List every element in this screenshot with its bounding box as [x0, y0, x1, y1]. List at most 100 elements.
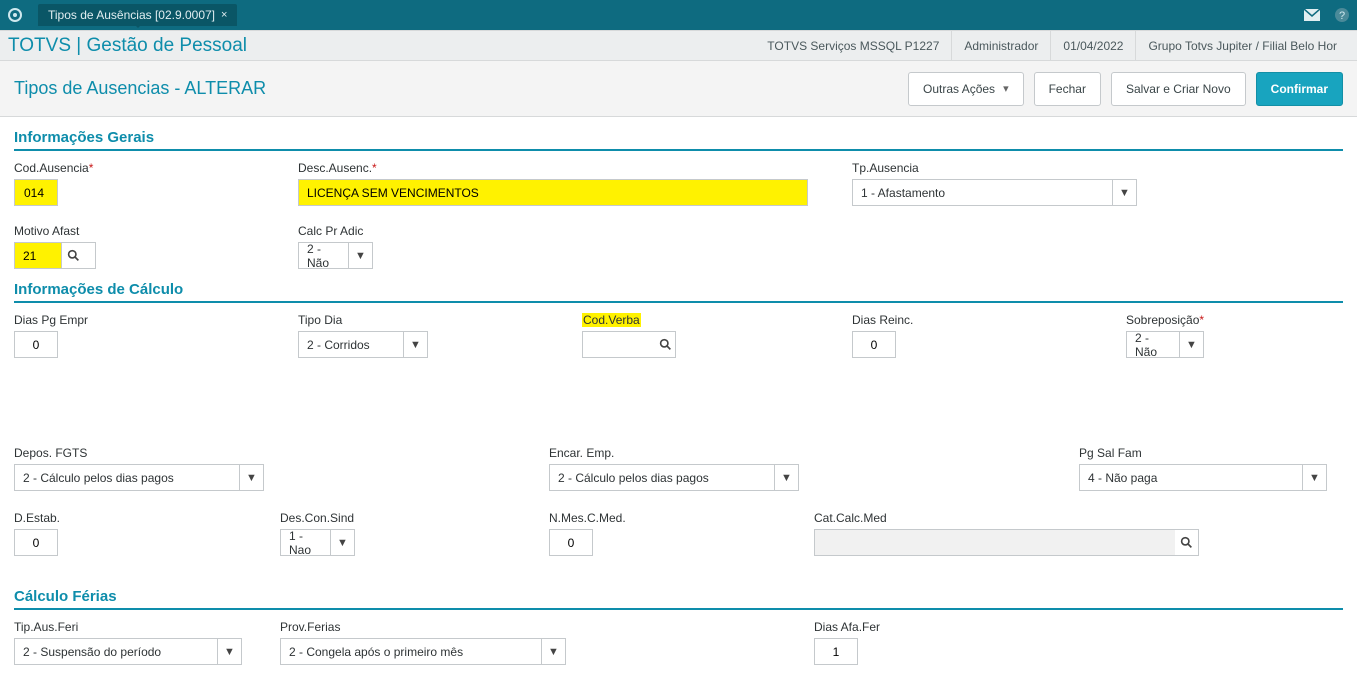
select-value: 4 - Não paga [1080, 471, 1302, 485]
select-encar-emp[interactable]: 2 - Cálculo pelos dias pagos ▼ [549, 464, 799, 491]
input-cat-calc-med[interactable] [814, 529, 1199, 556]
other-actions-label: Outras Ações [923, 82, 995, 96]
select-tipo-dia[interactable]: 2 - Corridos ▼ [298, 331, 428, 358]
input-motivo-afast[interactable] [14, 242, 96, 269]
lbl-des-con-sind: Des.Con.Sind [280, 511, 355, 525]
section-rule [14, 301, 1343, 303]
f-cat-calc-med: Cat.Calc.Med [814, 511, 1199, 556]
lbl-d-estab: D.Estab. [14, 511, 60, 525]
select-tp-ausencia[interactable]: 1 - Afastamento ▼ [852, 179, 1137, 206]
mail-icon[interactable] [1297, 0, 1327, 30]
calc-rows-2-3: Depos. FGTS 2 - Cálculo pelos dias pagos… [14, 446, 1343, 576]
select-value: 1 - Nao [281, 529, 330, 557]
help-icon[interactable]: ? [1327, 0, 1357, 30]
env-info: TOTVS Serviços MSSQL P1227 [755, 30, 951, 61]
input-cod-ausencia[interactable] [14, 179, 58, 206]
section-title-ferias: Cálculo Férias [14, 588, 1343, 605]
select-value: 2 - Não [299, 242, 348, 270]
close-button[interactable]: Fechar [1034, 72, 1101, 106]
label-tp-ausencia: Tp.Ausencia [852, 161, 1152, 175]
lbl-depos-fgts: Depos. FGTS [14, 446, 274, 460]
lbl-dias-afa-fer: Dias Afa.Fer [814, 620, 880, 634]
f-d-estab: D.Estab. [14, 511, 60, 556]
chevron-down-icon[interactable]: ▼ [239, 465, 263, 490]
f-pg-sal-fam: Pg Sal Fam 4 - Não paga ▼ [1079, 446, 1339, 491]
search-icon[interactable] [1175, 530, 1198, 555]
search-icon[interactable] [61, 243, 85, 268]
chevron-down-icon[interactable]: ▼ [330, 530, 354, 555]
brand-title: TOTVS | Gestão de Pessoal [8, 35, 247, 57]
f-tip-aus-feri: Tip.Aus.Feri 2 - Suspensão do período ▼ [14, 620, 242, 665]
lbl-tip-aus-feri: Tip.Aus.Feri [14, 620, 242, 634]
select-prov-ferias[interactable]: 2 - Congela após o primeiro mês ▼ [280, 638, 566, 665]
section-rule [14, 149, 1343, 151]
label-cod-ausencia: Cod.Ausencia* [14, 161, 274, 175]
label-calc-pr-adic: Calc Pr Adic [298, 224, 373, 238]
label-tipo-dia: Tipo Dia [298, 313, 558, 327]
select-pg-sal-fam[interactable]: 4 - Não paga ▼ [1079, 464, 1327, 491]
save-and-new-button[interactable]: Salvar e Criar Novo [1111, 72, 1246, 106]
close-icon[interactable]: × [221, 9, 227, 21]
section-title-calc: Informações de Cálculo [14, 281, 1343, 298]
select-value: 1 - Afastamento [853, 186, 1112, 200]
select-value: 2 - Suspensão do período [15, 645, 217, 659]
section-rule [14, 608, 1343, 610]
save-and-new-label: Salvar e Criar Novo [1126, 82, 1231, 96]
chevron-down-icon[interactable]: ▼ [348, 243, 372, 268]
header-strip: TOTVS | Gestão de Pessoal TOTVS Serviços… [0, 30, 1357, 61]
select-value: 2 - Congela após o primeiro mês [281, 645, 541, 659]
select-sobreposicao[interactable]: 2 - Não ▼ [1126, 331, 1204, 358]
field-calc-pr-adic: Calc Pr Adic 2 - Não ▼ [298, 224, 373, 269]
chevron-down-icon[interactable]: ▼ [1302, 465, 1326, 490]
lbl-n-mes-c-med: N.Mes.C.Med. [549, 511, 626, 525]
field-cod-ausencia: Cod.Ausencia* [14, 161, 274, 206]
confirm-label: Confirmar [1271, 82, 1328, 96]
chevron-down-icon[interactable]: ▼ [1179, 332, 1203, 357]
input-cod-verba[interactable] [582, 331, 676, 358]
close-label: Fechar [1049, 82, 1086, 96]
select-value: 2 - Não [1127, 331, 1179, 359]
f-depos-fgts: Depos. FGTS 2 - Cálculo pelos dias pagos… [14, 446, 274, 491]
input-n-mes-c-med[interactable] [549, 529, 593, 556]
chevron-down-icon[interactable]: ▼ [541, 639, 565, 664]
action-bar: Tipos de Ausencias - ALTERAR Outras Açõe… [0, 61, 1357, 117]
f-des-con-sind: Des.Con.Sind 1 - Nao ▼ [280, 511, 355, 556]
form-scroll-area[interactable]: Informações Gerais Cod.Ausencia* Desc.Au… [6, 117, 1351, 687]
field-tp-ausencia: Tp.Ausencia 1 - Afastamento ▼ [852, 161, 1152, 206]
app-menu-icon[interactable] [0, 0, 30, 30]
svg-text:?: ? [1339, 10, 1345, 22]
select-tip-aus-feri[interactable]: 2 - Suspensão do período ▼ [14, 638, 242, 665]
input-desc-ausenc[interactable] [298, 179, 808, 206]
label-dias-pg-empr: Dias Pg Empr [14, 313, 274, 327]
chevron-down-icon[interactable]: ▼ [403, 332, 427, 357]
field-motivo-afast: Motivo Afast [14, 224, 274, 269]
chevron-down-icon[interactable]: ▼ [1112, 180, 1136, 205]
f-dias-afa-fer: Dias Afa.Fer [814, 620, 880, 665]
chevron-down-icon[interactable]: ▼ [217, 639, 241, 664]
field-cod-verba: Cod.Verba [582, 313, 828, 358]
field-tipo-dia: Tipo Dia 2 - Corridos ▼ [298, 313, 558, 358]
tab-tipos-ausencias[interactable]: Tipos de Ausências [02.9.0007] × [38, 4, 237, 26]
field-desc-ausenc: Desc.Ausenc.* [298, 161, 828, 206]
select-des-con-sind[interactable]: 1 - Nao ▼ [280, 529, 355, 556]
confirm-button[interactable]: Confirmar [1256, 72, 1343, 106]
input-d-estab[interactable] [14, 529, 58, 556]
select-calc-pr-adic[interactable]: 2 - Não ▼ [298, 242, 373, 269]
chevron-down-icon[interactable]: ▼ [774, 465, 798, 490]
input-dias-reinc[interactable] [852, 331, 896, 358]
select-depos-fgts[interactable]: 2 - Cálculo pelos dias pagos ▼ [14, 464, 264, 491]
field-dias-pg-empr: Dias Pg Empr [14, 313, 274, 358]
label-sobreposicao: Sobreposição* [1126, 313, 1204, 327]
tab-label: Tipos de Ausências [02.9.0007] [48, 8, 215, 22]
user-info: Administrador [951, 30, 1050, 61]
label-cod-verba: Cod.Verba [582, 313, 828, 327]
label-dias-reinc: Dias Reinc. [852, 313, 1102, 327]
label-desc-ausenc: Desc.Ausenc.* [298, 161, 828, 175]
f-encar-emp: Encar. Emp. 2 - Cálculo pelos dias pagos… [549, 446, 809, 491]
search-icon[interactable] [657, 332, 675, 357]
lbl-encar-emp: Encar. Emp. [549, 446, 809, 460]
select-value: 2 - Corridos [299, 338, 403, 352]
other-actions-button[interactable]: Outras Ações [908, 72, 1024, 106]
input-dias-pg-empr[interactable] [14, 331, 58, 358]
input-dias-afa-fer[interactable] [814, 638, 858, 665]
